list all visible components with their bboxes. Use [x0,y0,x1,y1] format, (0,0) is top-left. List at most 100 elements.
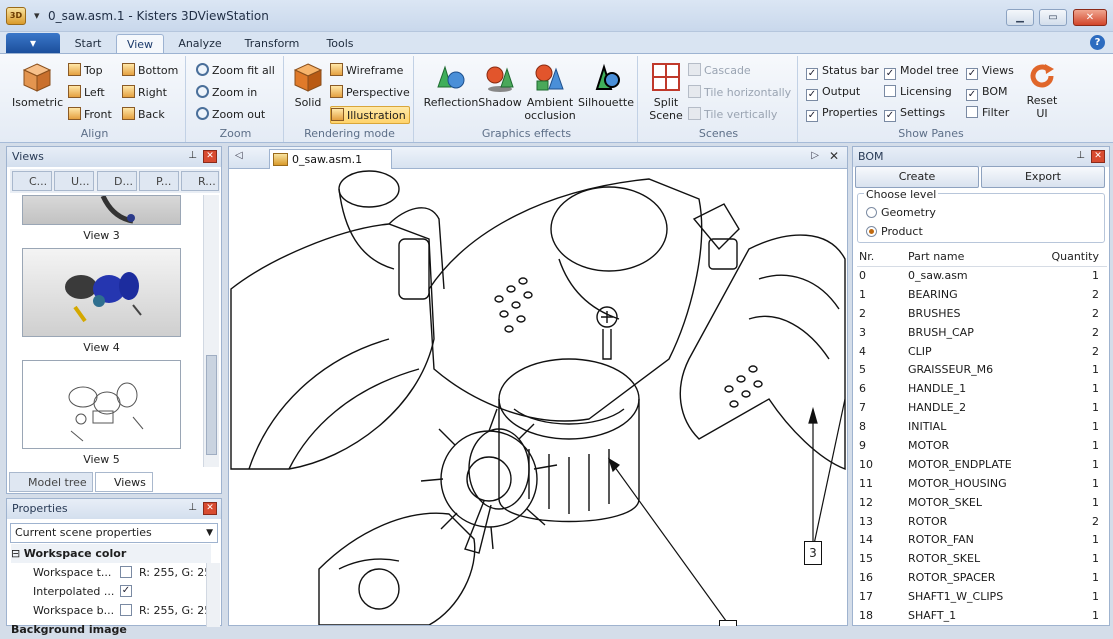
output-checkbox[interactable]: ✓ Output [806,83,860,101]
property-row[interactable]: Workspace t...R: 255, G: 25... [21,563,211,582]
reset-ui-button[interactable]: Reset UI [1022,61,1062,120]
quick-access-dropdown-icon[interactable]: ▾ [34,9,40,22]
view-right-button[interactable]: Right [122,84,167,102]
table-row[interactable]: 3 BRUSH_CAP 2 [857,324,1107,343]
solid-button[interactable]: Solid [288,61,328,109]
properties-scope-dropdown[interactable]: Current scene properties ▼ [10,523,218,543]
view-left-button[interactable]: Left [68,84,105,102]
minimize-button[interactable]: ▁ [1006,9,1034,26]
table-row[interactable]: 14 ROTOR_FAN 1 [857,531,1107,550]
zoom-in-button[interactable]: Zoom in [196,84,257,102]
part-name-cell: INITIAL [908,420,947,434]
tab-model-tree[interactable]: Model tree [9,472,93,492]
pin-icon[interactable]: ⊥ [188,502,197,513]
table-row[interactable]: 12 MOTOR_SKEL 1 [857,494,1107,513]
pin-icon[interactable]: ⊥ [188,150,197,161]
table-row[interactable]: 10 MOTOR_ENDPLATE 1 [857,456,1107,475]
perspective-button[interactable]: Perspective [330,84,410,102]
close-properties-panel-button[interactable]: ✕ [203,502,217,515]
table-row[interactable]: 9 MOTOR 1 [857,437,1107,456]
tile-horizontally-button[interactable]: Tile horizontally [688,84,791,102]
product-radio[interactable]: Product [866,225,923,238]
create-bom-button[interactable]: Create [855,166,979,188]
delete-view-button[interactable]: D... [97,171,137,191]
table-row[interactable]: 5 GRAISSEUR_M6 1 [857,361,1107,380]
tab-start[interactable]: Start [66,34,110,54]
table-row[interactable]: 11 MOTOR_HOUSING 1 [857,475,1107,494]
export-bom-button[interactable]: Export [981,166,1105,188]
tab-analyze[interactable]: Analyze [172,34,228,54]
views-checkbox[interactable]: ✓ Views [966,62,1014,80]
view-3-image [100,194,135,224]
close-views-panel-button[interactable]: ✕ [203,150,217,163]
tab-view[interactable]: View [116,34,164,54]
property-row[interactable]: Interpolated ... ✓ [21,582,211,601]
view-top-button[interactable]: Top [68,62,103,80]
property-row[interactable]: Workspace b...R: 255, G: 25... [21,601,211,620]
rename-view-button[interactable]: R... [181,171,219,191]
table-row[interactable]: 17 SHAFT1_W_CLIPS 1 [857,588,1107,607]
filter-checkbox[interactable]: Filter [966,104,1009,122]
table-row[interactable]: 4 CLIP 2 [857,343,1107,362]
workspace-color-section[interactable]: ⊟ Workspace color [11,544,211,563]
table-row[interactable]: 0 0_saw.asm 1 [857,267,1107,286]
properties-scrollbar[interactable] [206,563,220,627]
view-bottom-button[interactable]: Bottom [122,62,178,80]
status-bar-checkbox[interactable]: ✓ Status bar [806,62,879,80]
tab-views[interactable]: Views [95,472,153,492]
table-row[interactable]: 6 HANDLE_1 1 [857,380,1107,399]
bom-checkbox[interactable]: ✓ BOM [966,83,1008,101]
close-window-button[interactable]: ✕ [1073,9,1107,26]
reflection-button[interactable]: Reflection [420,61,482,109]
properties-checkbox[interactable]: ✓ Properties [806,104,878,122]
scrollbar-thumb[interactable] [206,355,217,455]
close-document-icon[interactable]: ✕ [829,149,839,163]
scroll-left-icon[interactable]: ◁ [235,150,243,161]
table-row[interactable]: 7 HANDLE_2 1 [857,399,1107,418]
document-tab[interactable]: 0_saw.asm.1 [269,149,392,169]
cascade-button[interactable]: Cascade [688,62,751,80]
tab-transform[interactable]: Transform [238,34,306,54]
views-scrollbar[interactable] [203,195,219,467]
zoom-fit-all-button[interactable]: Zoom fit all [196,62,275,80]
illustration-icon [331,108,344,121]
capture-view-button[interactable]: C... [12,171,52,191]
table-row[interactable]: 15 ROTOR_SKEL 1 [857,550,1107,569]
geometry-radio[interactable]: Geometry [866,206,936,219]
table-row[interactable]: 18 SHAFT_1 1 [857,607,1107,626]
help-icon[interactable]: ? [1090,35,1105,50]
shadow-button[interactable]: Shadow [476,61,524,109]
illustration-button[interactable]: Illustration [330,106,410,124]
close-bom-panel-button[interactable]: ✕ [1091,150,1105,163]
view-thumbnail[interactable] [22,194,181,225]
background-image-section[interactable]: Background image [11,620,211,639]
table-row[interactable]: 1 BEARING 2 [857,286,1107,305]
zoom-out-button[interactable]: Zoom out [196,106,265,124]
play-views-button[interactable]: P... [139,171,179,191]
split-scene-button[interactable]: Split Scene [644,61,688,122]
view-thumbnail[interactable] [22,248,181,337]
table-row[interactable]: 13 ROTOR 2 [857,513,1107,532]
table-row[interactable]: 16 ROTOR_SPACER 1 [857,569,1107,588]
isometric-button[interactable]: Isometric [12,61,63,109]
pin-icon[interactable]: ⊥ [1076,150,1085,161]
silhouette-button[interactable]: Silhouette [576,61,636,109]
tab-tools[interactable]: Tools [316,34,364,54]
ambient-occlusion-button[interactable]: Ambient occlusion [522,61,578,122]
wireframe-button[interactable]: Wireframe [330,62,403,80]
view-thumbnail[interactable] [22,360,181,449]
tile-vertically-button[interactable]: Tile vertically [688,106,777,124]
table-row[interactable]: 2 BRUSHES 2 [857,305,1107,324]
scenes-label: Scenes [698,127,739,140]
view-front-button[interactable]: Front [68,106,112,124]
maximize-button[interactable]: ▭ [1039,9,1067,26]
view-back-button[interactable]: Back [122,106,165,124]
update-view-button[interactable]: U... [54,171,94,191]
licensing-checkbox[interactable]: Licensing [884,83,952,101]
table-row[interactable]: 8 INITIAL 1 [857,418,1107,437]
scroll-right-icon[interactable]: ▷ [811,150,819,161]
settings-checkbox[interactable]: ✓ Settings [884,104,945,122]
app-menu-button[interactable]: ▾ [6,33,60,53]
app-logo-icon[interactable]: 3D [6,7,26,25]
model-tree-checkbox[interactable]: ✓ Model tree [884,62,959,80]
